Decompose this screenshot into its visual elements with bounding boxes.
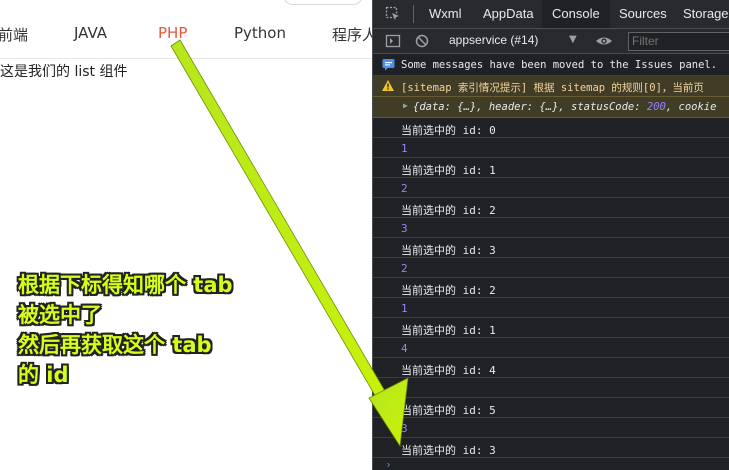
status-code-value: 200 <box>646 101 666 113</box>
message-icon <box>382 58 395 74</box>
log-id: 2 <box>489 284 496 297</box>
log-value: 5 <box>401 382 408 395</box>
console-info-row: Some messages have been moved to the Iss… <box>373 54 729 76</box>
annotation-line: 然后再获取这个 tab <box>18 333 212 357</box>
annotation-line: 根据下标得知哪个 tab <box>18 273 233 297</box>
log-value: 3 <box>401 222 408 235</box>
tab-python[interactable]: Python <box>234 24 286 42</box>
log-row: 当前选中的 id: 4 <box>373 358 729 378</box>
log-label: 当前选中的 id: <box>401 324 490 337</box>
log-row: 当前选中的 id: 1 <box>373 318 729 338</box>
log-id: 3 <box>489 244 496 257</box>
log-id: 2 <box>489 204 496 217</box>
context-selector[interactable]: appservice (#14) <box>449 33 538 47</box>
log-value: 4 <box>401 342 408 355</box>
filter-field[interactable] <box>628 32 729 51</box>
log-label: 当前选中的 id: <box>401 244 490 257</box>
devtools-panel: Wxml AppData Console Sources Storage app… <box>372 0 729 470</box>
value-row: 5 <box>373 378 729 398</box>
tab-separator <box>413 5 414 23</box>
log-value: 3 <box>401 422 408 435</box>
chevron-down-icon[interactable]: ▼ <box>569 34 577 45</box>
clear-console-icon[interactable] <box>414 33 430 53</box>
log-label: 当前选中的 id: <box>401 124 490 137</box>
prompt-chevron-icon: › <box>385 458 392 470</box>
log-id: 5 <box>489 404 496 417</box>
filter-input[interactable] <box>632 34 729 48</box>
log-id: 0 <box>489 124 496 137</box>
console-warning-row: [sitemap 索引情况提示] 根据 sitemap 的规则[0]，当前页 <box>373 76 729 97</box>
object-preview: {data: {…}, header: {…}, statusCode: 200… <box>413 101 716 113</box>
value-row: 4 <box>373 338 729 358</box>
eye-icon[interactable] <box>595 33 613 53</box>
value-row: 3 <box>373 418 729 438</box>
value-row: 1 <box>373 138 729 158</box>
log-id: 4 <box>489 364 496 377</box>
value-row: 3 <box>373 218 729 238</box>
log-row: 当前选中的 id: 0 <box>373 118 729 138</box>
log-id: 1 <box>489 324 496 337</box>
object-preview-prefix: {data: {…}, header: {…}, statusCode: <box>413 101 647 113</box>
tab-frontend[interactable]: 前端 <box>0 24 28 45</box>
log-value: 2 <box>401 182 408 195</box>
console-output: Some messages have been moved to the Iss… <box>373 54 729 470</box>
log-row: 当前选中的 id: 3 <box>373 238 729 258</box>
tab-bar: 前端 JAVA PHP Python 程序人 <box>0 18 377 58</box>
value-row: 1 <box>373 298 729 318</box>
console-object-row[interactable]: ▶ {data: {…}, header: {…}, statusCode: 2… <box>373 97 729 118</box>
log-row: 当前选中的 id: 1 <box>373 158 729 178</box>
tab-divider <box>0 58 372 59</box>
tab-java[interactable]: JAVA <box>74 24 107 42</box>
console-toolbar: appservice (#14) ▼ <box>373 29 729 54</box>
list-component-text: 这是我们的 list 组件 <box>0 64 128 80</box>
annotation-line: 被选中了 <box>18 303 102 327</box>
info-message: Some messages have been moved to the Iss… <box>401 59 718 71</box>
warning-icon <box>382 80 394 94</box>
log-value: 1 <box>401 142 408 155</box>
log-value: 2 <box>401 262 408 275</box>
tab-sources[interactable]: Sources <box>619 0 667 28</box>
log-label: 当前选中的 id: <box>401 404 490 417</box>
tab-programmer[interactable]: 程序人 <box>332 24 377 45</box>
value-row: 2 <box>373 178 729 198</box>
inspect-element-icon[interactable] <box>385 6 401 22</box>
warning-message: [sitemap 索引情况提示] 根据 sitemap 的规则[0]，当前页 <box>401 82 704 94</box>
log-label: 当前选中的 id: <box>401 364 490 377</box>
log-label: 当前选中的 id: <box>401 204 490 217</box>
tab-storage[interactable]: Storage <box>683 0 729 28</box>
log-id: 3 <box>489 444 496 457</box>
console-prompt[interactable]: › <box>373 458 729 470</box>
log-label: 当前选中的 id: <box>401 164 490 177</box>
annotation-line: 的 id <box>18 363 69 387</box>
devtools-tab-bar: Wxml AppData Console Sources Storage <box>373 0 729 29</box>
object-preview-suffix: , cookie <box>665 101 717 113</box>
tab-wxml[interactable]: Wxml <box>429 0 462 28</box>
log-id: 1 <box>489 164 496 177</box>
toggle-sidebar-icon[interactable] <box>385 33 401 53</box>
tab-php[interactable]: PHP <box>158 24 187 42</box>
simulator-panel: 前端 JAVA PHP Python 程序人 这是我们的 list 组件 <box>0 0 377 470</box>
log-row: 当前选中的 id: 2 <box>373 198 729 218</box>
log-label: 当前选中的 id: <box>401 444 490 457</box>
annotation-note: 根据下标得知哪个 tab 被选中了 然后再获取这个 tab 的 id <box>18 270 318 390</box>
tab-appdata[interactable]: AppData <box>483 0 534 28</box>
log-row: 当前选中的 id: 2 <box>373 278 729 298</box>
capsule-button[interactable] <box>283 0 363 5</box>
log-label: 当前选中的 id: <box>401 284 490 297</box>
expand-triangle-icon[interactable]: ▶ <box>403 101 408 110</box>
tab-console[interactable]: Console <box>542 0 610 28</box>
value-row: 2 <box>373 258 729 278</box>
log-row: 当前选中的 id: 5 <box>373 398 729 418</box>
log-row: 当前选中的 id: 3 <box>373 438 729 458</box>
log-value: 1 <box>401 302 408 315</box>
